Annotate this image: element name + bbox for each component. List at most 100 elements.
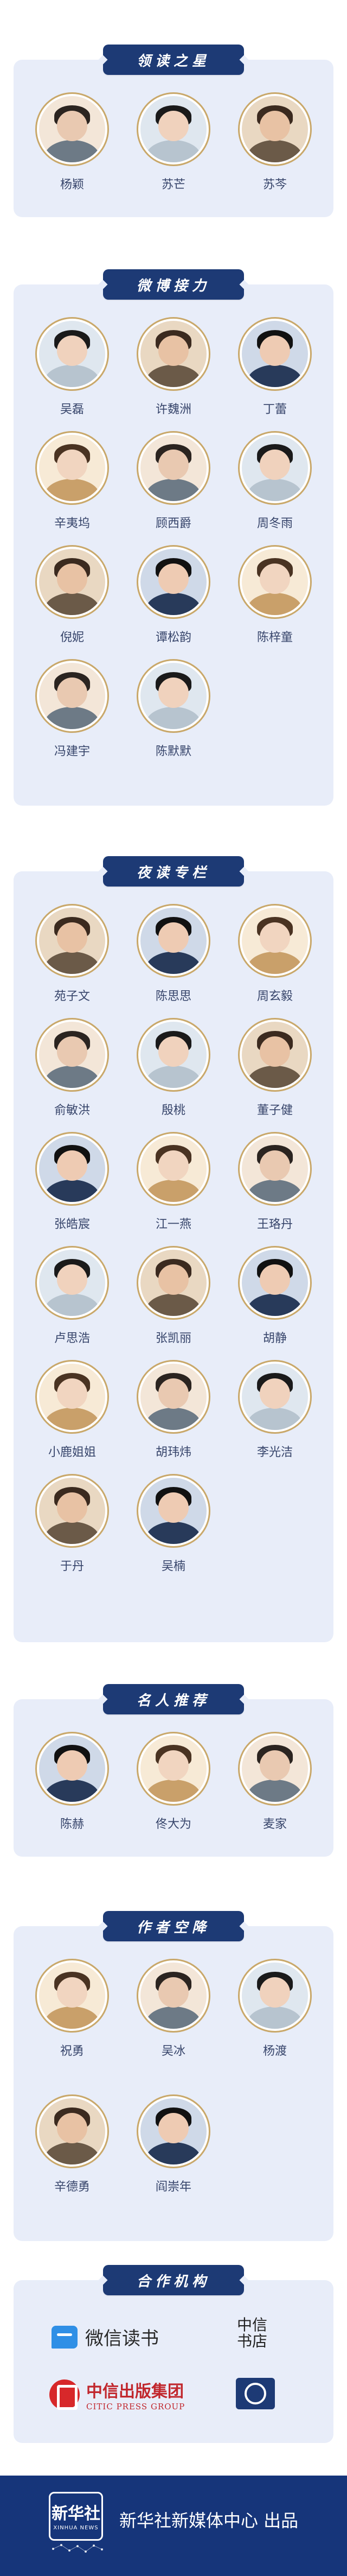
person-card[interactable]: 殷桃 [133, 1018, 214, 1118]
person-card[interactable]: 阎崇年 [133, 2094, 214, 2194]
xinhua-dots-icon [52, 2544, 103, 2553]
partner-zhongxin-store[interactable]: 中信书店 [236, 2317, 268, 2350]
person-card[interactable]: 冯建宇 [31, 659, 113, 759]
avatar [137, 1732, 210, 1806]
person-card[interactable]: 谭松韵 [133, 545, 214, 645]
avatar [137, 904, 210, 978]
person-card[interactable]: 辛夷坞 [31, 431, 113, 531]
avatar [238, 92, 312, 166]
avatar [137, 2094, 210, 2168]
person-card[interactable]: 辛德勇 [31, 2094, 113, 2194]
person-card[interactable]: 周玄毅 [234, 904, 316, 1004]
person-name: 李光洁 [256, 1446, 293, 1459]
avatar [137, 1360, 210, 1434]
person-card[interactable]: 张皓宸 [31, 1132, 113, 1232]
person-card[interactable]: 苏芒 [133, 92, 214, 192]
person-name: 俞敏洪 [54, 1104, 90, 1117]
person-card[interactable]: 于丹 [31, 1474, 113, 1574]
person-card[interactable]: 胡玮炜 [133, 1360, 214, 1460]
citic-logo-icon [49, 2379, 80, 2410]
person-card[interactable]: 卢思浩 [31, 1246, 113, 1346]
person-name: 胡静 [262, 1332, 287, 1345]
section-title-pill: 合作机构 [103, 2265, 244, 2295]
section-title: 合作机构 [136, 2273, 210, 2290]
person-name: 于丹 [60, 1560, 84, 1573]
xinhua-logo-en: XINHUA NEWS [53, 2525, 99, 2531]
avatar [137, 1132, 210, 1206]
person-card[interactable]: 胡静 [234, 1246, 316, 1346]
person-name: 谭松韵 [155, 631, 191, 644]
zhongxin-store-logo: 中信书店 [236, 2316, 267, 2350]
person-card[interactable]: 小鹿姐姐 [31, 1360, 113, 1460]
person-card[interactable]: 倪妮 [31, 545, 113, 645]
person-name: 冯建宇 [54, 745, 90, 758]
person-card[interactable]: 许魏洲 [133, 317, 214, 417]
citic-en-label: CITIC PRESS GROUP [86, 2402, 185, 2412]
person-name: 周玄毅 [256, 990, 293, 1003]
avatar [137, 545, 210, 619]
person-card[interactable]: 吴楠 [133, 1474, 214, 1574]
person-card[interactable]: 陈默默 [133, 659, 214, 759]
person-card[interactable]: 张凯丽 [133, 1246, 214, 1346]
avatar [238, 1360, 312, 1434]
person-card[interactable]: 吴磊 [31, 317, 113, 417]
person-name: 杨颖 [60, 178, 84, 192]
avatar [238, 904, 312, 978]
avatar [35, 1246, 109, 1320]
person-name: 吴磊 [60, 403, 84, 416]
avatar [137, 317, 210, 391]
person-card[interactable]: 陈思思 [133, 904, 214, 1004]
person-name: 苏芩 [262, 178, 287, 192]
person-card[interactable]: 王珞丹 [234, 1132, 316, 1232]
avatar [35, 1132, 109, 1206]
person-name: 顾西爵 [155, 517, 191, 530]
person-name: 苑子文 [54, 990, 90, 1003]
person-name: 王珞丹 [256, 1218, 293, 1231]
avatar [137, 1018, 210, 1092]
partner-wechat-read-label: 微信读书 [85, 2328, 159, 2350]
person-card[interactable]: 杨颖 [31, 92, 113, 192]
person-card[interactable]: 俞敏洪 [31, 1018, 113, 1118]
person-name: 辛德勇 [54, 2180, 90, 2194]
section-partners: 合作机构 微信读书 中信书店 中信出版集团 CITIC PRESS GROUP [14, 2265, 333, 2443]
person-name: 董子健 [256, 1104, 293, 1117]
person-card[interactable]: 陈赫 [31, 1732, 113, 1832]
person-name: 陈赫 [60, 1818, 84, 1831]
wechat-read-icon [52, 2325, 78, 2349]
person-name: 吴冰 [161, 2045, 185, 2058]
page: 领读之星 杨颖 苏芒 苏芩 微博接力 吴磊 许魏洲 丁蕾 辛夷坞 顾西爵 周冬雨 倪妮 谭松韵 陈梓… [0, 0, 347, 2576]
person-name: 辛夷坞 [54, 517, 90, 530]
footer: 新华社 XINHUA NEWS 新华社新媒体中心 出品 [0, 2476, 347, 2576]
person-name: 杨渡 [262, 2045, 287, 2058]
person-name: 张皓宸 [54, 1218, 90, 1231]
person-card[interactable]: 苑子文 [31, 904, 113, 1004]
person-card[interactable]: 董子健 [234, 1018, 316, 1118]
person-card[interactable]: 顾西爵 [133, 431, 214, 531]
person-card[interactable]: 吴冰 [133, 1959, 214, 2059]
xinhua-logo: 新华社 XINHUA NEWS [49, 2492, 103, 2541]
person-name: 殷桃 [161, 1104, 185, 1117]
avatar [35, 431, 109, 505]
person-card[interactable]: 李光洁 [234, 1360, 316, 1460]
person-card[interactable]: 陈梓童 [234, 545, 316, 645]
person-card[interactable]: 麦家 [234, 1732, 316, 1832]
person-card[interactable]: 苏芩 [234, 92, 316, 192]
partner-citic-press[interactable]: 中信出版集团 CITIC PRESS GROUP [49, 2378, 185, 2412]
person-name: 丁蕾 [262, 403, 287, 416]
xinhua-logo-cn: 新华社 [52, 2504, 100, 2523]
person-card[interactable]: 祝勇 [31, 1959, 113, 2059]
avatar [35, 1732, 109, 1806]
person-name: 佟大为 [155, 1818, 191, 1831]
person-card[interactable]: 丁蕾 [234, 317, 316, 417]
avatar [137, 659, 210, 733]
person-card[interactable]: 佟大为 [133, 1732, 214, 1832]
avatar [35, 1474, 109, 1548]
person-name: 陈默默 [155, 745, 191, 758]
person-card[interactable]: 周冬雨 [234, 431, 316, 531]
person-name: 麦家 [262, 1818, 287, 1831]
partner-wechat-read[interactable]: 微信读书 [52, 2324, 159, 2350]
person-card[interactable]: 杨渡 [234, 1959, 316, 2059]
person-card[interactable]: 江一燕 [133, 1132, 214, 1232]
partner-emblem[interactable] [236, 2378, 275, 2409]
section-night-reading: 夜读专栏 苑子文 陈思思 周玄毅 俞敏洪 殷桃 董子健 张皓宸 江一燕 王珞丹 卢思浩 张凯丽 胡静小… [14, 856, 333, 1642]
